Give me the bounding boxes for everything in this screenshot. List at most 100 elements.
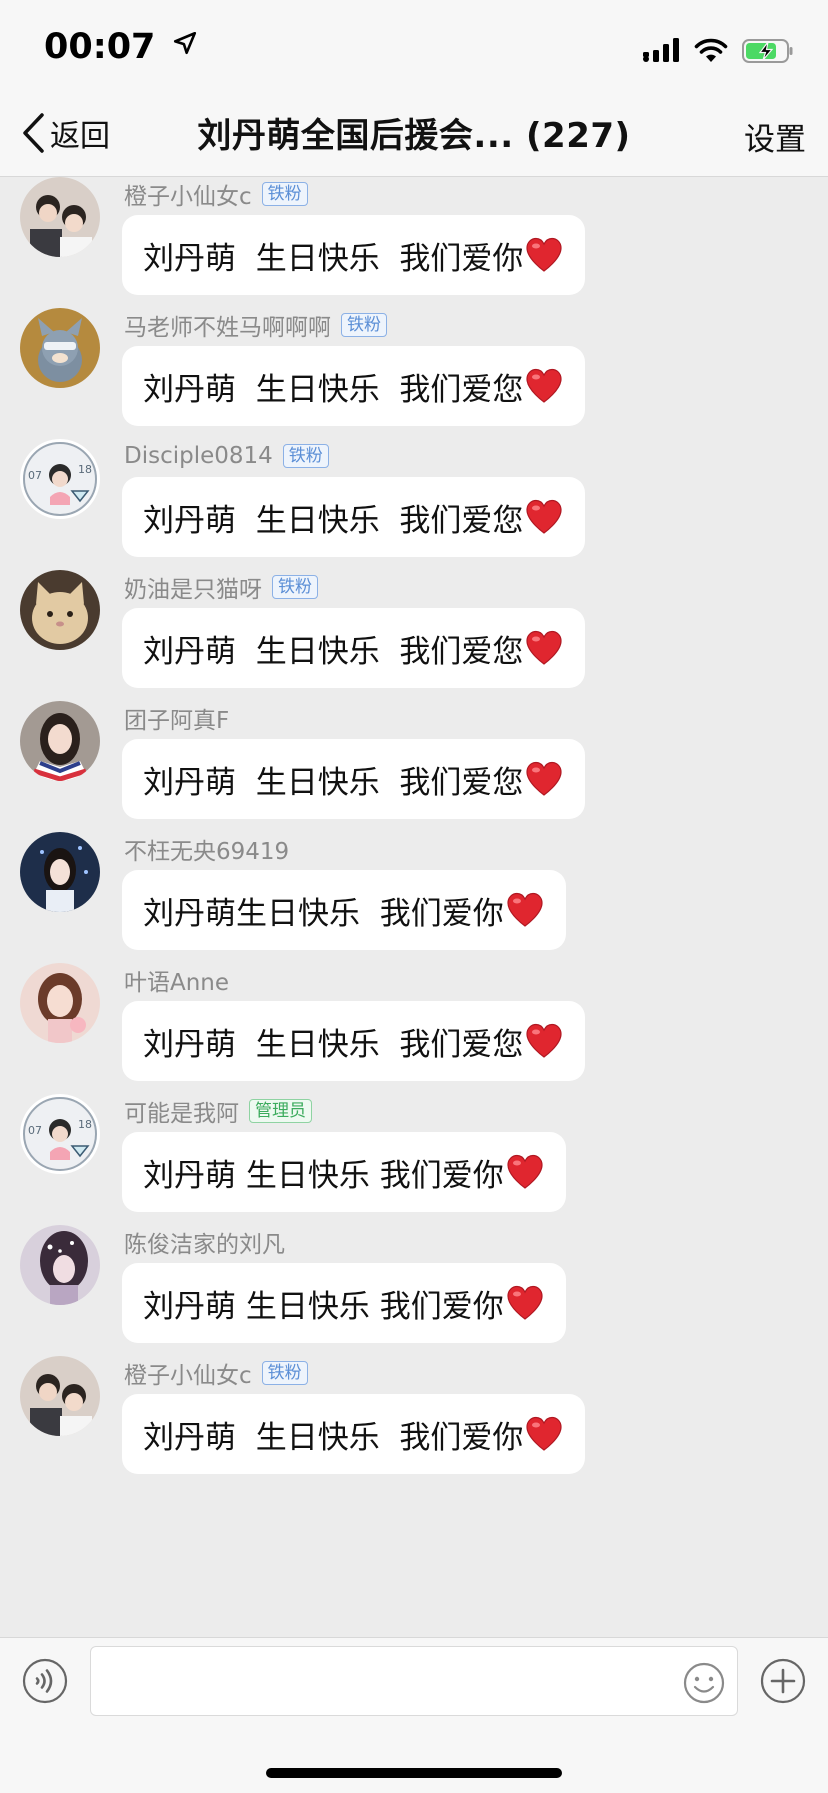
chat-message: 陈俊洁家的刘凡刘丹萌 生日快乐 我们爱你 — [0, 1225, 828, 1375]
status-time: 00:07 — [44, 27, 198, 67]
voice-icon[interactable] — [22, 1658, 68, 1704]
heart-emoji-icon — [526, 368, 563, 403]
sender-info: 橙子小仙女c 铁粉 — [124, 1356, 308, 1390]
status-time-text: 00:07 — [44, 27, 156, 67]
fan-badge: 铁粉 — [272, 575, 318, 599]
woman-portrait-avatar-image — [20, 963, 100, 1043]
heart-emoji-icon — [507, 1154, 543, 1189]
top-bar: 00:07 返回 刘丹萌全国后援会... (227) 设置 — [0, 0, 828, 177]
chat-message: 橙子小仙女c 铁粉刘丹萌 生日快乐 我们爱你 — [0, 177, 828, 327]
settings-button[interactable]: 设置 — [744, 114, 806, 159]
message-text: 刘丹萌 生日快乐 我们爱您 — [143, 371, 524, 408]
message-text: 刘丹萌 生日快乐 我们爱你 — [143, 1419, 524, 1456]
admin-badge: 管理员 — [249, 1099, 312, 1123]
svg-text:18: 18 — [78, 463, 92, 476]
sender-info: 可能是我阿 管理员 — [124, 1094, 312, 1128]
message-text: 刘丹萌 生日快乐 我们爱您 — [143, 1026, 524, 1063]
message-bubble[interactable]: 刘丹萌 生日快乐 我们爱你 — [122, 1263, 566, 1343]
message-bubble[interactable]: 刘丹萌 生日快乐 我们爱你 — [122, 1132, 566, 1212]
chat-message: 奶油是只猫呀 铁粉刘丹萌 生日快乐 我们爱您 — [0, 570, 828, 720]
message-input[interactable] — [90, 1646, 738, 1716]
message-bubble[interactable]: 刘丹萌 生日快乐 我们爱您 — [122, 739, 586, 819]
location-arrow-icon — [173, 31, 196, 55]
birthday-badge-avatar-image: 07 18 — [20, 1094, 100, 1174]
sender-name[interactable]: 叶语Anne — [124, 963, 229, 997]
sender-name[interactable]: 橙子小仙女c — [124, 177, 252, 211]
cartoon-cat-avatar-image — [20, 308, 100, 388]
message-bubble[interactable]: 刘丹萌 生日快乐 我们爱您 — [122, 477, 586, 557]
message-text: 刘丹萌 生日快乐 我们爱您 — [143, 764, 524, 801]
home-indicator — [266, 1768, 562, 1778]
sender-name[interactable]: 可能是我阿 — [124, 1094, 239, 1128]
message-text: 刘丹萌 生日快乐 我们爱你 — [143, 240, 524, 277]
message-bubble[interactable]: 刘丹萌 生日快乐 我们爱您 — [122, 608, 586, 688]
chat-message: 团子阿真F 刘丹萌 生日快乐 我们爱您 — [0, 701, 828, 851]
purple-portrait-avatar[interactable] — [20, 1225, 100, 1305]
birthday-badge-avatar-image: 07 18 — [20, 439, 100, 519]
cat-photo-avatar-image — [20, 570, 100, 650]
sender-name[interactable]: 橙子小仙女c — [124, 1356, 252, 1390]
plus-icon[interactable] — [760, 1658, 806, 1704]
message-text: 刘丹萌 生日快乐 我们爱你 — [143, 1288, 504, 1325]
heart-emoji-icon — [526, 1416, 563, 1451]
group-photo-avatar-image — [20, 177, 100, 257]
girl-photo-avatar[interactable] — [20, 701, 100, 781]
sender-info: 不枉无央69419 — [124, 832, 289, 866]
battery-charging-icon — [742, 39, 793, 63]
birthday-badge-avatar[interactable]: 07 18 — [20, 439, 100, 519]
svg-text:07: 07 — [28, 469, 42, 482]
message-text: 刘丹萌生日快乐 我们爱你 — [143, 895, 504, 932]
chat-message: 不枉无央69419 刘丹萌生日快乐 我们爱你 — [0, 832, 828, 982]
cat-photo-avatar[interactable] — [20, 570, 100, 650]
sender-name[interactable]: 团子阿真F — [124, 701, 229, 735]
chat-message-list[interactable]: 橙子小仙女c 铁粉 刘丹萌 生日快乐 我们爱你 马老师不姓马啊啊啊 铁粉 刘丹萌 生日快乐… — [0, 177, 828, 1637]
heart-emoji-icon — [507, 892, 543, 927]
input-bar — [0, 1637, 828, 1793]
sender-name[interactable]: 不枉无央69419 — [124, 832, 289, 866]
girl-night-avatar-image — [20, 832, 100, 912]
birthday-badge-avatar[interactable]: 07 18 — [20, 1094, 100, 1174]
fan-badge: 铁粉 — [261, 182, 308, 206]
chat-message: 马老师不姓马啊啊啊 铁粉刘丹萌 生日快乐 我们爱您 — [0, 308, 828, 458]
page-title: 刘丹萌全国后援会... (227) — [197, 116, 631, 156]
heart-emoji-icon — [526, 630, 563, 665]
chat-message: 叶语Anne 刘丹萌 生日快乐 我们爱您 — [0, 963, 828, 1113]
heart-emoji-icon — [526, 1023, 563, 1058]
heart-emoji-icon — [526, 761, 563, 796]
sender-info: Disciple0814 铁粉 — [124, 441, 329, 471]
fan-badge: 铁粉 — [282, 444, 329, 468]
heart-emoji-icon — [526, 499, 563, 534]
group-photo-avatar[interactable] — [20, 1356, 100, 1436]
sender-info: 叶语Anne — [124, 963, 229, 997]
sender-info: 陈俊洁家的刘凡 — [124, 1225, 285, 1259]
message-bubble[interactable]: 刘丹萌 生日快乐 我们爱您 — [122, 1001, 586, 1081]
sender-name[interactable]: Disciple0814 — [124, 443, 273, 469]
fan-badge: 铁粉 — [261, 1361, 308, 1385]
girl-photo-avatar-image — [20, 701, 100, 781]
sender-info: 橙子小仙女c 铁粉 — [124, 177, 308, 211]
fan-badge: 铁粉 — [341, 313, 387, 337]
message-bubble[interactable]: 刘丹萌生日快乐 我们爱你 — [122, 870, 566, 950]
sender-name[interactable]: 陈俊洁家的刘凡 — [124, 1225, 285, 1259]
group-photo-avatar-image — [20, 1356, 100, 1436]
heart-emoji-icon — [507, 1285, 543, 1320]
group-photo-avatar[interactable] — [20, 177, 100, 257]
emoji-icon[interactable] — [682, 1661, 726, 1705]
svg-text:07: 07 — [28, 1124, 42, 1137]
signal-icon — [643, 38, 679, 62]
message-bubble[interactable]: 刘丹萌 生日快乐 我们爱您 — [122, 346, 586, 426]
sender-name[interactable]: 奶油是只猫呀 — [124, 570, 262, 604]
message-bubble[interactable]: 刘丹萌 生日快乐 我们爱你 — [122, 1394, 586, 1474]
message-text: 刘丹萌 生日快乐 我们爱您 — [143, 633, 524, 670]
chat-message: 07 18 Disciple0814 铁粉刘丹萌 生日快乐 我们爱您 — [0, 439, 828, 589]
heart-emoji-icon — [526, 237, 563, 272]
girl-night-avatar[interactable] — [20, 832, 100, 912]
message-text: 刘丹萌 生日快乐 我们爱您 — [143, 502, 524, 539]
sender-info: 马老师不姓马啊啊啊 铁粉 — [124, 308, 387, 342]
status-icons — [642, 33, 794, 69]
sender-name[interactable]: 马老师不姓马啊啊啊 — [124, 308, 331, 342]
woman-portrait-avatar[interactable] — [20, 963, 100, 1043]
cartoon-cat-avatar[interactable] — [20, 308, 100, 388]
sender-info: 团子阿真F — [124, 701, 229, 735]
message-bubble[interactable]: 刘丹萌 生日快乐 我们爱你 — [122, 215, 586, 295]
